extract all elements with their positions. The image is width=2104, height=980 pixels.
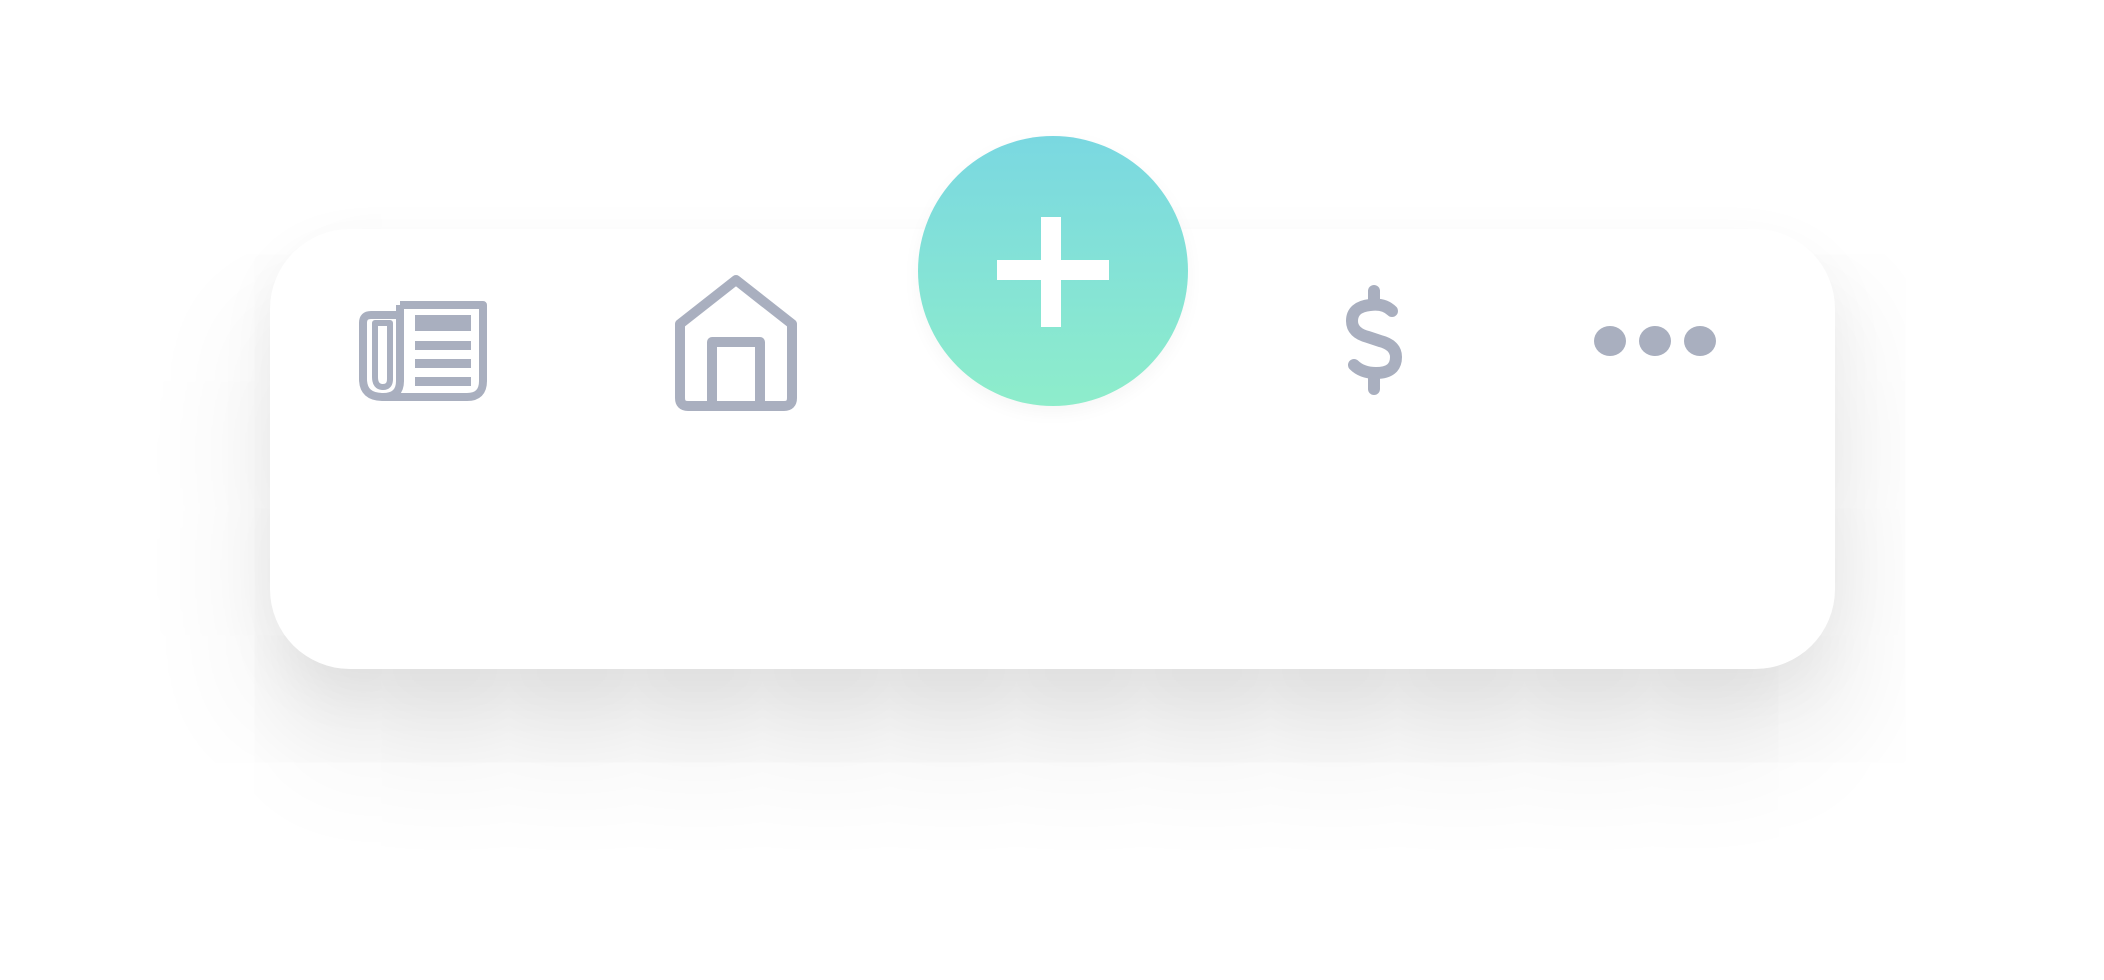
dollar-icon — [1346, 285, 1402, 395]
plus-icon — [997, 217, 1109, 327]
home-icon — [675, 275, 797, 411]
app-screen — [0, 0, 2104, 980]
newspaper-icon — [359, 301, 487, 401]
tab-money[interactable] — [1340, 285, 1408, 395]
tab-home[interactable] — [672, 272, 800, 412]
tab-more[interactable] — [1590, 318, 1720, 364]
add-button[interactable] — [918, 136, 1188, 406]
more-horizontal-icon — [1594, 326, 1716, 356]
tab-news[interactable] — [355, 289, 489, 405]
